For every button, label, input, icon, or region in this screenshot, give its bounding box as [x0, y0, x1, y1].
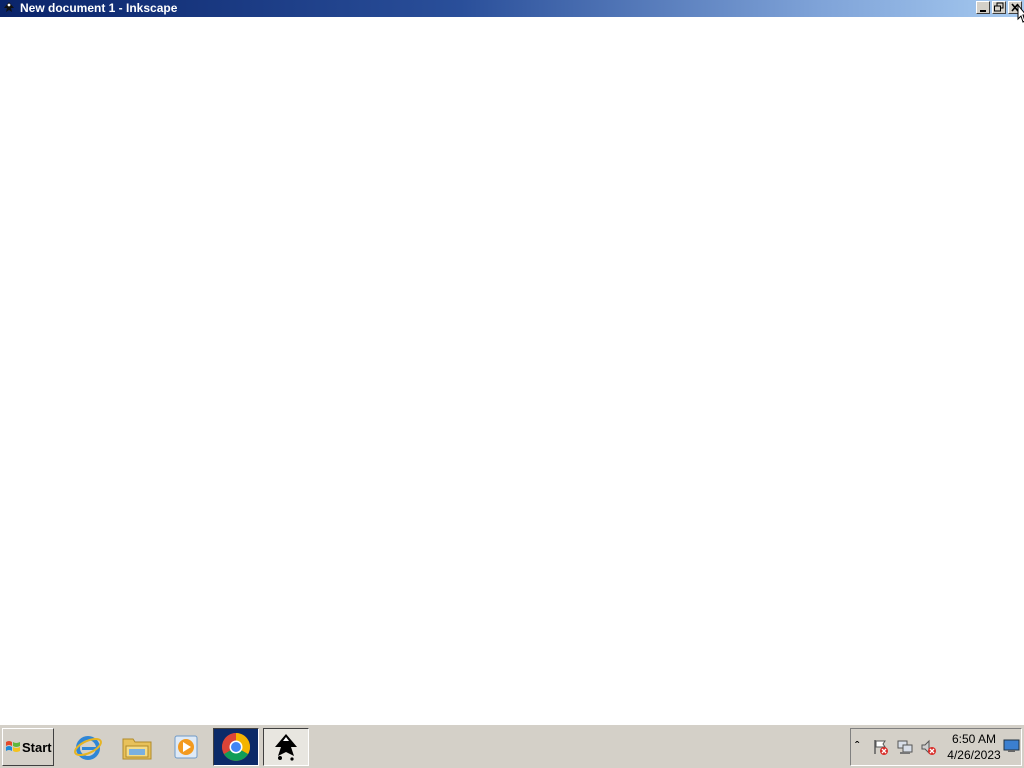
inkscape-icon [275, 734, 297, 761]
window-title: New document 1 - Inkscape [20, 1, 178, 15]
document-canvas[interactable] [0, 17, 1024, 724]
mouse-cursor-icon [1017, 4, 1024, 23]
windows-logo-icon [6, 741, 20, 752]
taskbar: Start ˆ 6:50 AM 4/26/2023 [0, 724, 1024, 768]
chrome-icon [222, 733, 250, 761]
window-controls [976, 1, 1022, 14]
internet-explorer-icon [74, 736, 102, 760]
media-player-icon [174, 735, 198, 759]
file-explorer-icon [122, 738, 152, 760]
volume-muted-icon[interactable] [920, 738, 938, 756]
action-center-flag-icon[interactable] [872, 738, 890, 756]
clock-date[interactable]: 4/26/2023 [947, 748, 1001, 762]
clock-time[interactable]: 6:50 AM [947, 732, 1001, 746]
system-tray: ˆ 6:50 AM 4/26/2023 [850, 728, 1022, 766]
restore-icon [994, 2, 1004, 12]
restore-button[interactable] [992, 1, 1006, 14]
start-button[interactable]: Start [2, 728, 54, 766]
show-desktop-icon[interactable] [1003, 738, 1020, 754]
title-bar[interactable]: New document 1 - Inkscape [0, 0, 1024, 17]
taskbar-inkscape[interactable] [263, 728, 309, 766]
show-hidden-icons-chevron-icon[interactable]: ˆ [855, 739, 859, 753]
taskbar-chrome[interactable] [213, 728, 259, 766]
start-label: Start [22, 739, 52, 755]
taskbar-internet-explorer[interactable] [65, 728, 111, 766]
minimize-button[interactable] [976, 1, 990, 14]
network-icon[interactable] [896, 738, 914, 756]
taskbar-file-explorer[interactable] [114, 728, 160, 766]
minimize-icon [980, 10, 986, 12]
taskbar-media-player[interactable] [163, 728, 209, 766]
inkscape-app-icon[interactable] [2, 1, 16, 15]
